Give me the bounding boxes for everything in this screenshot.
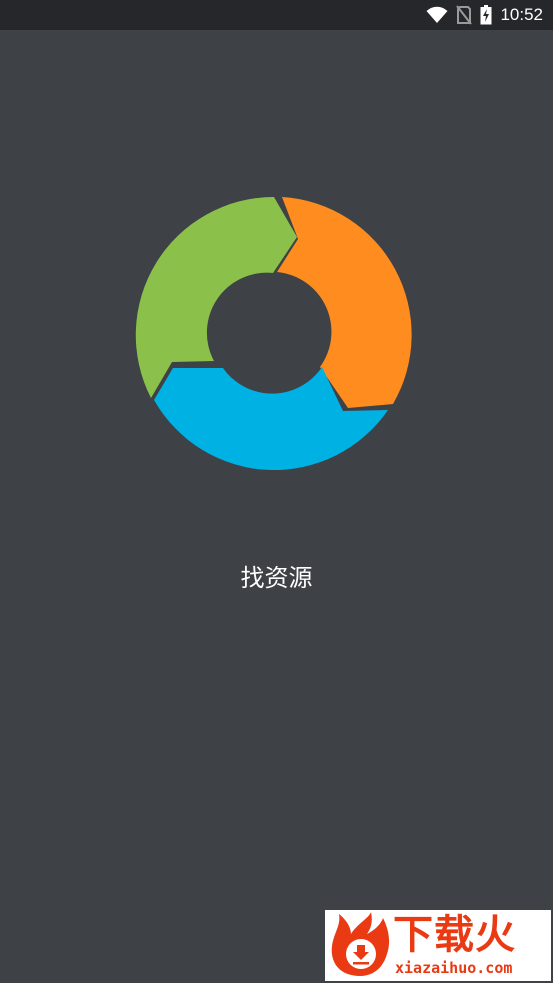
app-logo [135, 196, 412, 471]
no-sim-icon [456, 5, 473, 25]
logo-segment-green [135, 196, 297, 398]
battery-charging-icon [480, 5, 492, 25]
flame-download-icon [331, 912, 390, 976]
watermark: 下载火 xiazaihuo.com [325, 910, 551, 981]
wifi-icon [426, 6, 448, 23]
app-name: 找资源 [240, 564, 313, 592]
watermark-brand: 下载火 [393, 912, 516, 958]
splash-screen: 10:52 找资源 下载火 xiazaihuo.com [0, 0, 553, 983]
status-time: 10:52 [500, 5, 543, 24]
status-bar: 10:52 [0, 0, 553, 30]
status-icons: 10:52 [426, 4, 543, 26]
watermark-url: xiazaihuo.com [395, 959, 513, 977]
logo-segment-orange [277, 197, 412, 408]
